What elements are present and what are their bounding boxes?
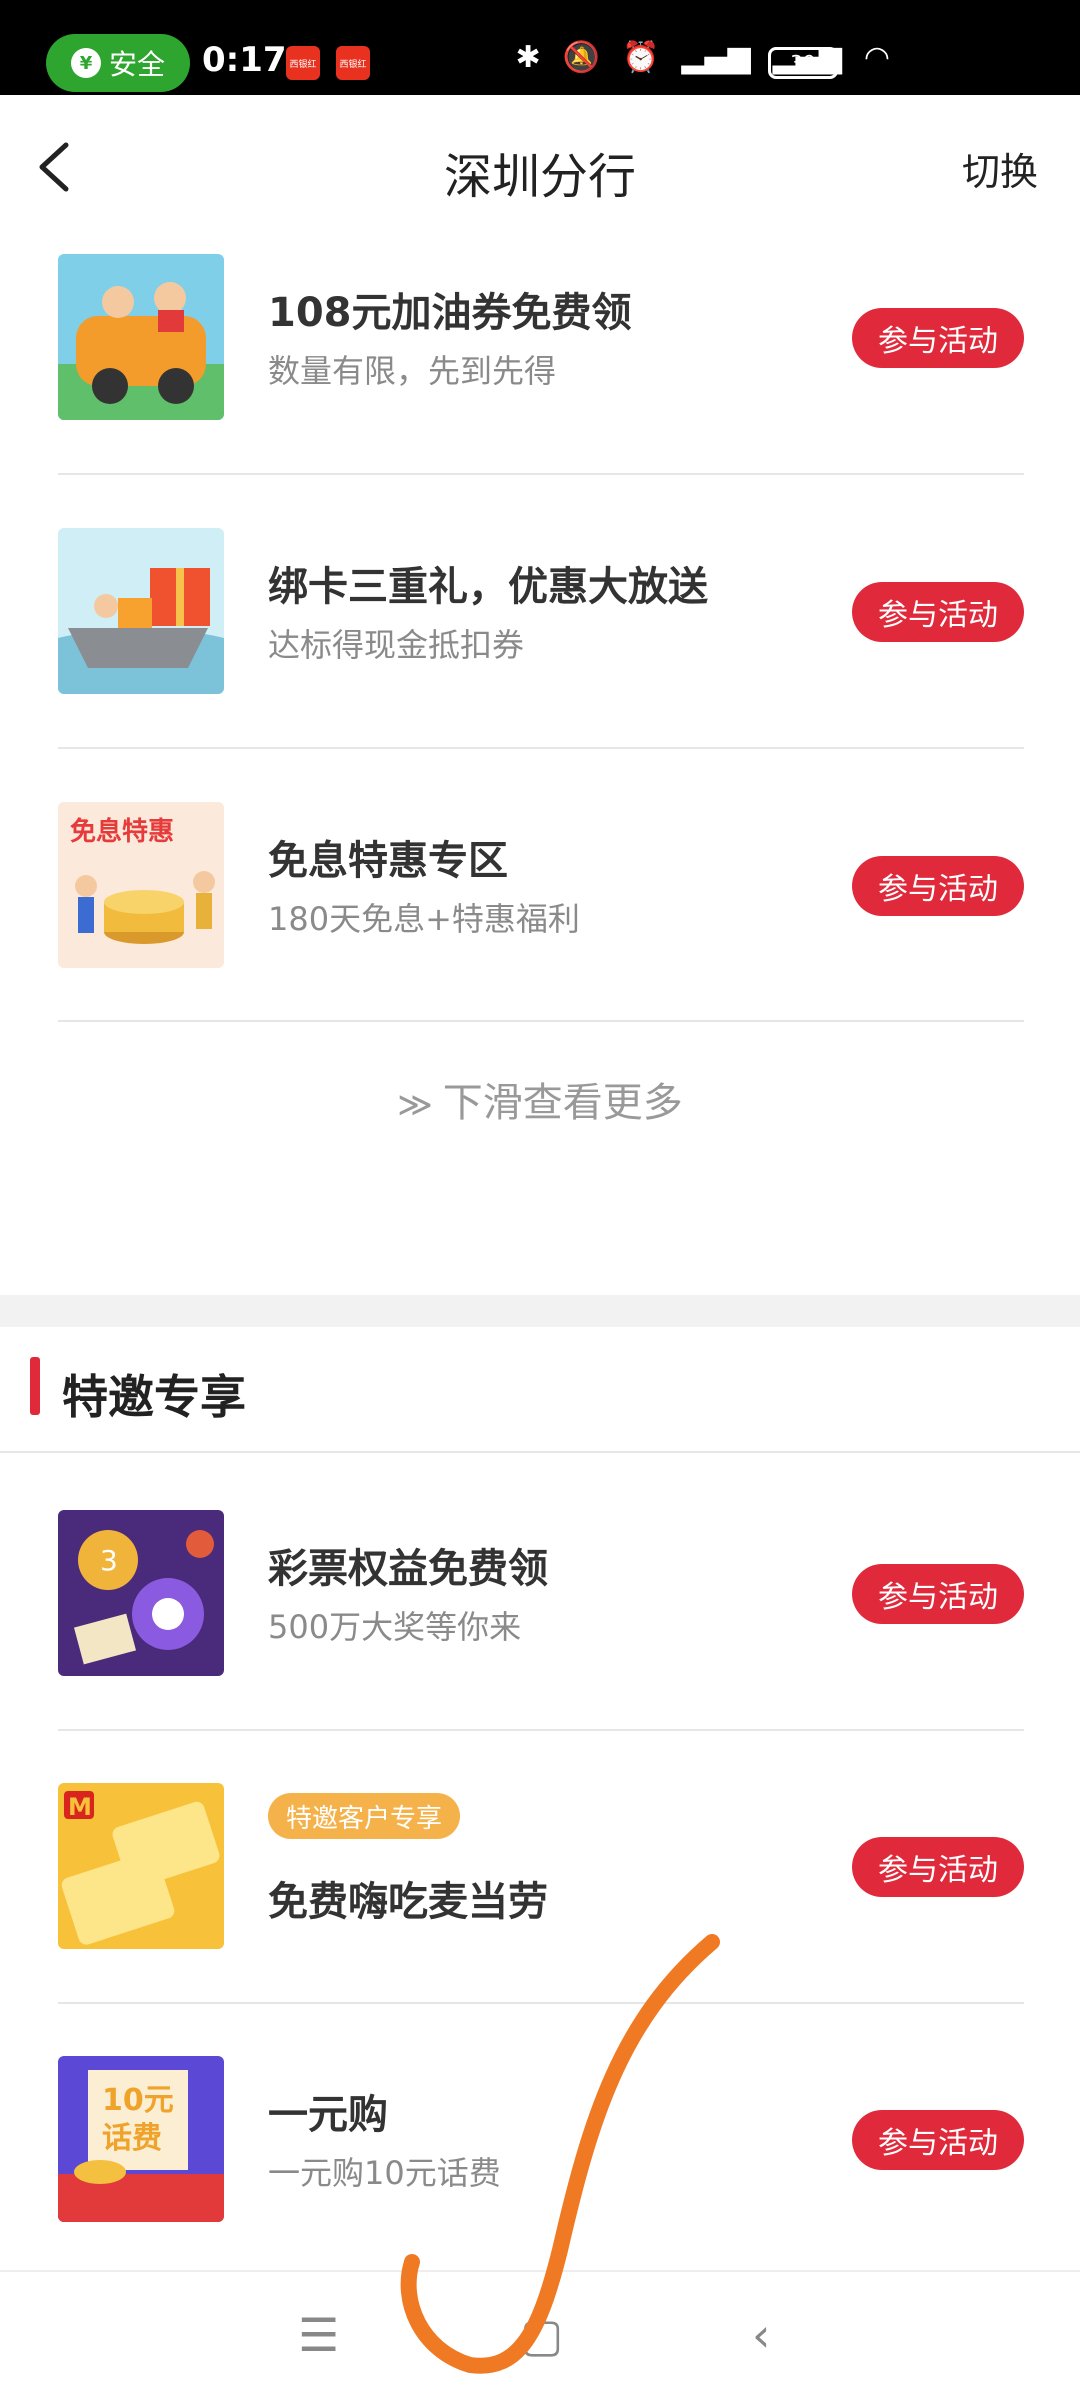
join-activity-button[interactable]: 参与活动	[852, 2110, 1024, 2170]
divider	[58, 2002, 1024, 2004]
activity-title: 彩票权益免费领	[268, 1546, 548, 1592]
thumb-text: 10元	[102, 2083, 174, 2118]
back-icon[interactable]: ‹	[752, 2308, 770, 2362]
join-activity-button[interactable]: 参与活动	[852, 1564, 1024, 1624]
phone-credit-thumbnail: 10元 话费	[58, 2056, 224, 2222]
section-header: 特邀专享	[0, 1327, 1080, 1453]
activity-title: 免息特惠专区	[268, 838, 508, 884]
thumb-text: 话费	[102, 2121, 162, 2156]
mute-icon: 🔕	[562, 40, 601, 75]
wifi-icon: ◠	[863, 40, 890, 75]
scroll-more-hint[interactable]: ≫ 下滑查看更多	[0, 1070, 1080, 1128]
svg-text:M: M	[68, 1793, 92, 1821]
alarm-icon: ⏰	[622, 40, 660, 75]
lottery-thumbnail: 3	[58, 1510, 224, 1676]
system-nav-bar: ☰ ▢ ‹	[0, 2270, 1080, 2400]
thumb-text: 免息特惠	[70, 816, 174, 847]
activity-subtitle: 180天免息+特惠福利	[268, 900, 580, 938]
more-label: 下滑查看更多	[442, 1080, 683, 1126]
mcdonalds-thumbnail: M	[58, 1783, 224, 1949]
safe-badge: ¥ 安全	[46, 34, 190, 92]
menu-icon[interactable]: ☰	[298, 2308, 339, 2362]
bluetooth-icon: ✱	[515, 40, 541, 75]
divider	[58, 1729, 1024, 1731]
join-activity-button[interactable]: 参与活动	[852, 1837, 1024, 1897]
divider	[58, 473, 1024, 475]
section-title: 特邀专享	[62, 1370, 246, 1424]
activity-row[interactable]: 免息特惠 免息特惠专区 180天免息+特惠福利 参与活动	[58, 802, 1024, 1074]
activity-title: 108元加油券免费领	[268, 290, 632, 336]
activity-row[interactable]: 3 彩票权益免费领 500万大奖等你来 参与活动	[58, 1510, 1024, 1782]
activity-title: 免费嗨吃麦当劳	[268, 1879, 548, 1925]
switch-button[interactable]: 切换	[962, 141, 1038, 196]
activity-row[interactable]: 108元加油券免费领 数量有限，先到先得 参与活动	[58, 254, 1024, 526]
battery-icon: 39	[768, 47, 838, 79]
home-icon[interactable]: ▢	[520, 2308, 563, 2362]
activity-row[interactable]: 绑卡三重礼，优惠大放送 达标得现金抵扣券 参与活动	[58, 528, 1024, 800]
shield-icon: ¥	[70, 48, 101, 78]
signal-icon: ▂▄▆	[681, 40, 751, 75]
activity-subtitle: 一元购10元话费	[268, 2154, 501, 2192]
svg-text:3: 3	[100, 1544, 118, 1577]
double-chevron-down-icon: ≫	[397, 1085, 433, 1125]
clock: 0:17	[202, 40, 287, 80]
divider	[58, 747, 1024, 749]
activity-title: 一元购	[268, 2092, 388, 2138]
activity-subtitle: 达标得现金抵扣券	[268, 626, 525, 664]
join-activity-button[interactable]: 参与活动	[852, 308, 1024, 368]
status-bar: ¥ 安全 0:17 西银红 西银红 ✱ 🔕 ⏰ ▂▄▆ ▂▄▆ ◠ 39	[0, 0, 1080, 95]
activity-title: 绑卡三重礼，优惠大放送	[268, 564, 708, 610]
interest-free-thumbnail: 免息特惠	[58, 802, 224, 968]
activity-row[interactable]: M 特邀客户专享 免费嗨吃麦当劳 参与活动	[58, 1783, 1024, 2055]
divider	[58, 1020, 1024, 1022]
activity-subtitle: 500万大奖等你来	[268, 1608, 522, 1646]
app-notification-icon: 西银红	[286, 46, 320, 80]
join-activity-button[interactable]: 参与活动	[852, 856, 1024, 916]
safe-label: 安全	[108, 48, 165, 81]
join-activity-button[interactable]: 参与活动	[852, 582, 1024, 642]
section-accent-bar	[30, 1357, 40, 1415]
section-gap	[0, 1295, 1080, 1327]
app-notification-icon: 西银红	[336, 46, 370, 80]
page-title: 深圳分行	[443, 149, 636, 205]
title-bar: 深圳分行 切换	[0, 95, 1080, 235]
fuel-coupon-thumbnail	[58, 254, 224, 420]
activity-subtitle: 数量有限，先到先得	[268, 352, 557, 390]
special-customer-tag: 特邀客户专享	[268, 1793, 461, 1839]
card-gift-thumbnail	[58, 528, 224, 694]
battery-level: 39	[790, 51, 816, 75]
